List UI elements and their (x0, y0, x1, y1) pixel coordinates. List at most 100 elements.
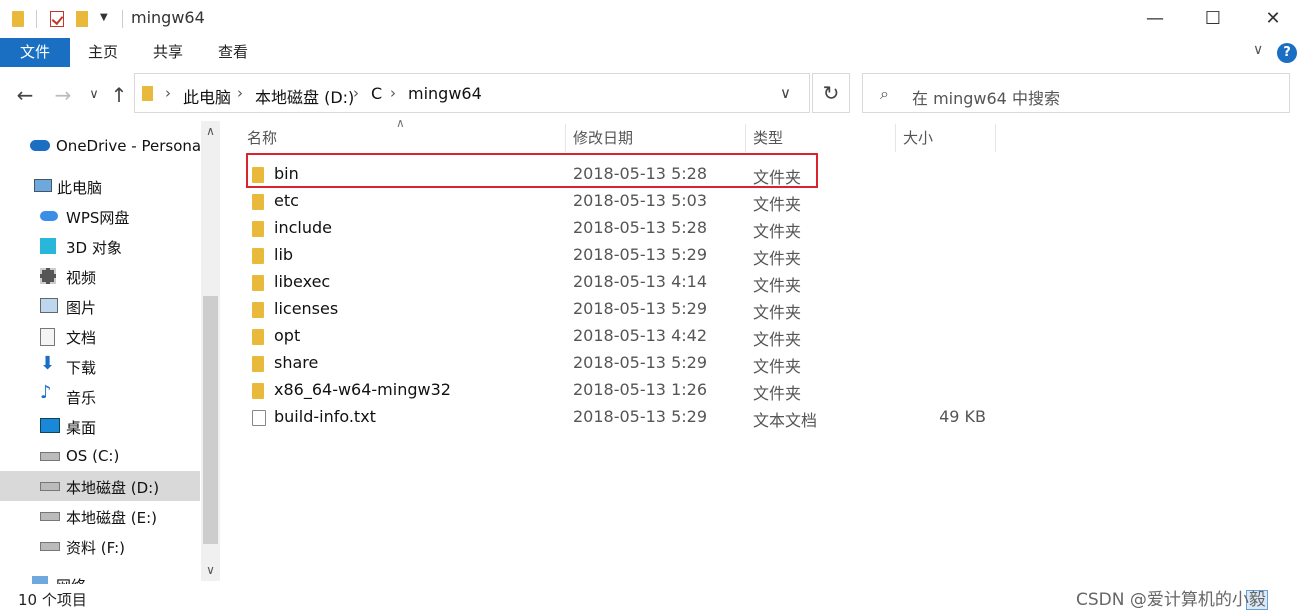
file-row-libexec[interactable]: libexec 2018-05-13 4:14 文件夹 (244, 269, 1004, 296)
file-name: lib (274, 245, 294, 264)
tab-view[interactable]: 查看 (205, 38, 261, 67)
sidebar-item-documents[interactable]: 文档 (0, 321, 200, 351)
column-divider[interactable] (995, 124, 996, 152)
breadcrumb-this-pc[interactable]: 此电脑 (183, 84, 231, 108)
sidebar-item-drive-e[interactable]: 本地磁盘 (E:) (0, 501, 200, 531)
folder-icon[interactable] (12, 11, 24, 27)
scroll-down-icon[interactable]: ∨ (201, 563, 220, 577)
breadcrumb-mingw64[interactable]: mingw64 (408, 84, 482, 103)
column-divider[interactable] (895, 124, 896, 152)
sidebar-item-videos[interactable]: 视频 (0, 261, 200, 291)
file-date: 2018-05-13 5:29 (573, 407, 707, 426)
chevron-right-icon[interactable]: › (165, 84, 171, 102)
new-folder-icon[interactable] (76, 11, 88, 27)
chevron-right-icon[interactable]: › (353, 84, 359, 102)
divider (122, 10, 123, 28)
file-row-x86-64-w64-mingw32[interactable]: x86_64-w64-mingw32 2018-05-13 1:26 文件夹 (244, 377, 1004, 404)
back-icon[interactable]: ← (11, 80, 39, 110)
breadcrumb-drive-d[interactable]: 本地磁盘 (D:) (255, 84, 354, 108)
sidebar-item-drive-f[interactable]: 资料 (F:) (0, 531, 200, 561)
sidebar-item-pictures[interactable]: 图片 (0, 291, 200, 321)
file-row-include[interactable]: include 2018-05-13 5:28 文件夹 (244, 215, 1004, 242)
network-icon (32, 576, 48, 584)
file-type: 文件夹 (753, 249, 802, 268)
file-row-lib[interactable]: lib 2018-05-13 5:29 文件夹 (244, 242, 1004, 269)
help-icon[interactable]: ? (1277, 43, 1297, 63)
file-row-etc[interactable]: etc 2018-05-13 5:03 文件夹 (244, 188, 1004, 215)
sidebar-item-network[interactable]: 网络 (0, 571, 200, 584)
refresh-icon[interactable]: ↻ (812, 73, 850, 113)
file-row-licenses[interactable]: licenses 2018-05-13 5:29 文件夹 (244, 296, 1004, 323)
breadcrumb-c[interactable]: C (371, 84, 382, 103)
maximize-button[interactable]: ☐ (1184, 0, 1242, 38)
file-row-opt[interactable]: opt 2018-05-13 4:42 文件夹 (244, 323, 1004, 350)
sidebar-item-label: 文档 (66, 329, 97, 347)
file-type: 文件夹 (753, 357, 802, 376)
sidebar-item-3d-objects[interactable]: 3D 对象 (0, 231, 200, 261)
expand-ribbon-icon[interactable]: ∨ (1253, 42, 1263, 58)
folder-icon (252, 221, 264, 237)
folder-icon (142, 86, 153, 101)
sidebar-item-label: OneDrive - Personal (56, 137, 206, 155)
column-divider[interactable] (745, 124, 746, 152)
tab-share[interactable]: 共享 (140, 38, 196, 67)
sidebar-item-drive-c[interactable]: OS (C:) (0, 441, 200, 471)
address-dropdown-icon[interactable]: ∨ (780, 84, 791, 102)
watermark: CSDN @爱计算机的小毅 (1076, 590, 1266, 610)
sidebar-item-drive-d[interactable]: 本地磁盘 (D:) (0, 471, 200, 501)
column-divider[interactable] (565, 124, 566, 152)
file-name: etc (274, 191, 299, 210)
video-icon (40, 268, 56, 284)
sidebar-item-downloads[interactable]: ⬇ 下载 (0, 351, 200, 381)
tab-home[interactable]: 主页 (75, 38, 131, 67)
sidebar-item-label: 此电脑 (57, 179, 103, 197)
sidebar-item-label: 3D 对象 (66, 239, 122, 257)
file-row-share[interactable]: share 2018-05-13 5:29 文件夹 (244, 350, 1004, 377)
file-name: build-info.txt (274, 407, 376, 426)
file-date: 2018-05-13 5:29 (573, 245, 707, 264)
sidebar-item-desktop[interactable]: 桌面 (0, 411, 200, 441)
forward-icon[interactable]: → (49, 80, 77, 110)
column-header-date[interactable]: 修改日期 (573, 124, 745, 152)
tab-file[interactable]: 文件 (0, 38, 70, 67)
sidebar-item-music[interactable]: ♪ 音乐 (0, 381, 200, 411)
file-type: 文本文档 (753, 411, 818, 430)
search-placeholder: 在 mingw64 中搜索 (912, 89, 1060, 108)
sidebar-item-label: 音乐 (66, 389, 97, 407)
sidebar-item-label: WPS网盘 (66, 209, 130, 227)
file-type: 文件夹 (753, 384, 802, 403)
column-header-size[interactable]: 大小 (903, 124, 995, 152)
file-type: 文件夹 (753, 330, 802, 349)
customize-quick-access-icon[interactable]: ▼ (100, 12, 108, 23)
computer-icon (34, 179, 52, 192)
scrollbar-thumb[interactable] (203, 296, 218, 544)
file-type: 文件夹 (753, 222, 802, 241)
up-icon[interactable]: ↑ (105, 80, 133, 110)
sidebar-item-this-pc[interactable]: 此电脑 (0, 171, 200, 201)
chevron-right-icon[interactable]: › (390, 84, 396, 102)
document-icon (40, 328, 55, 346)
recent-locations-icon[interactable]: ∨ (80, 80, 108, 110)
minimize-button[interactable]: — (1126, 0, 1184, 38)
sidebar-item-onedrive[interactable]: OneDrive - Personal (0, 131, 205, 161)
file-row-build-info[interactable]: build-info.txt 2018-05-13 5:29 文本文档 49 K… (244, 404, 1004, 431)
drive-icon (40, 542, 60, 551)
close-button[interactable]: ✕ (1244, 0, 1302, 38)
column-header-type[interactable]: 类型 (753, 124, 895, 152)
column-header-name[interactable]: 名称 (247, 124, 565, 152)
drive-icon (40, 452, 60, 461)
search-icon: ⌕ (880, 84, 889, 103)
folder-icon (252, 302, 264, 318)
file-date: 2018-05-13 5:29 (573, 353, 707, 372)
sidebar-item-label: 资料 (F:) (66, 539, 125, 557)
file-name: include (274, 218, 332, 237)
folder-icon (252, 356, 264, 372)
divider (36, 10, 37, 28)
folder-icon (252, 329, 264, 345)
scroll-up-icon[interactable]: ∧ (201, 124, 220, 138)
sidebar-item-wps-drive[interactable]: WPS网盘 (0, 201, 200, 231)
properties-icon[interactable] (50, 11, 64, 27)
file-name: x86_64-w64-mingw32 (274, 380, 451, 399)
file-date: 2018-05-13 5:03 (573, 191, 707, 210)
chevron-right-icon[interactable]: › (237, 84, 243, 102)
